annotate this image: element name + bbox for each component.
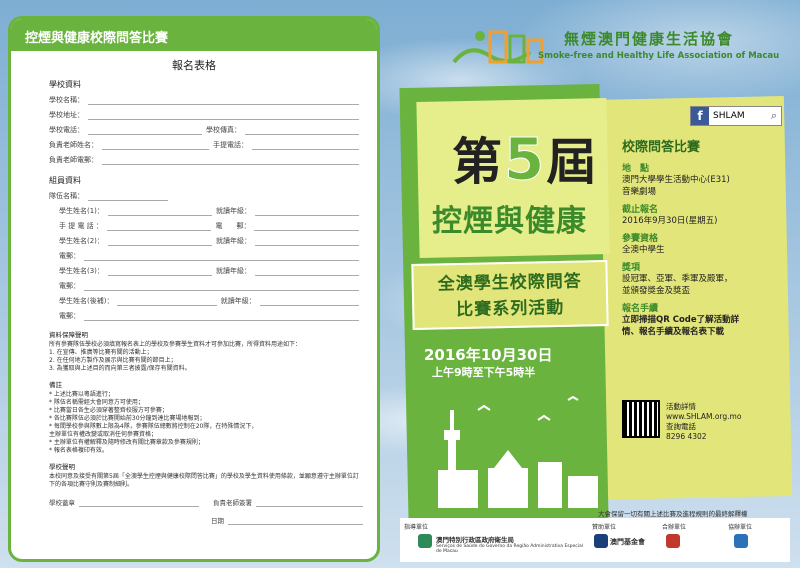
health-bureau-logo <box>418 534 432 548</box>
prize-label: 獎項 <box>622 263 641 273</box>
team-name-field[interactable] <box>88 193 168 201</box>
coorganizer-logo <box>734 534 748 548</box>
student1-row[interactable]: 學生姓名(1)： 就讀年級： <box>59 201 363 216</box>
school-name-field[interactable] <box>88 97 359 105</box>
form-title: 報名表格 <box>172 59 216 72</box>
event-banner: 全澳學生校際問答 比賽系列活動 <box>411 259 609 331</box>
student1-email-field[interactable] <box>254 223 359 231</box>
student3-contact-row[interactable]: 電郵： <box>59 276 363 291</box>
footnote: 大會保留一切有關上述比賽及進程規則的最終解釋權 <box>598 510 748 518</box>
org-name-en: Smoke-free and Healthy Life Association … <box>538 51 780 61</box>
student2-grade-field[interactable] <box>254 238 360 246</box>
deadline-value: 2016年9月30日(星期五) <box>622 216 718 226</box>
teacher-name-field[interactable] <box>102 142 209 150</box>
date-row: 日期 <box>211 515 363 525</box>
shlam-logo <box>452 30 544 64</box>
date-field[interactable] <box>228 517 363 525</box>
school-section-label: 學校資料 <box>49 80 81 89</box>
facebook-label: SHLAM <box>713 111 745 121</box>
event-time: 上午9時至下午5時半 <box>432 366 536 379</box>
deadline-label: 截止報名 <box>622 205 659 215</box>
phone-number: 8296 4302 <box>666 432 707 441</box>
teacher-sign-field[interactable] <box>256 499 363 507</box>
student-reserve-contact-row[interactable]: 電郵： <box>59 306 363 321</box>
student1-contact-row[interactable]: 手 提 電 話 ：電 郵： <box>59 216 363 231</box>
event-info: 校際問答比賽 地 點 澳門大學學生活動中心(E31) 音樂劇場 截止報名 201… <box>622 136 782 338</box>
prize-value: 設冠軍、亞軍、季軍及殿軍， 並頒發獎金及獎盃 <box>622 274 733 296</box>
student3-name-field[interactable] <box>107 268 212 276</box>
banner-line-2: 比賽系列活動 <box>456 297 565 321</box>
school-stamp-field[interactable] <box>79 499 199 507</box>
health-bureau-name-pt: Serviços de Saúde do Governo da Região A… <box>436 544 583 554</box>
student2-email-field[interactable] <box>84 253 359 261</box>
student1-phone-field[interactable] <box>106 223 212 231</box>
form-header: 控煙與健康校際問答比賽 <box>11 19 377 51</box>
venue-value: 澳門大學學生活動中心(E31) 音樂劇場 <box>622 175 730 197</box>
student1-grade-field[interactable] <box>254 208 360 216</box>
poster-subtitle: 控煙與健康 <box>432 204 587 239</box>
eligibility-value: 全澳中學生 <box>622 245 665 255</box>
privacy-text: 所有參賽隊伍學校必須填寫報名表上的學校及參賽學生資料才可參加比賽，所得資料用途如… <box>49 341 302 372</box>
partner-logo <box>666 534 680 548</box>
teacher-email-field[interactable] <box>102 157 359 165</box>
school-fax-field[interactable] <box>245 127 359 135</box>
facebook-search-badge[interactable]: f SHLAM ⌕ <box>690 106 782 126</box>
student-reserve-row[interactable]: 學生姓名(後補)： 就讀年級： <box>59 291 363 306</box>
venue-label: 地 點 <box>622 164 650 174</box>
health-bureau-name: 澳門特別行政區政府衛生局 <box>436 536 514 544</box>
signature-row: 學校蓋章 負責老師簽署 <box>49 497 363 507</box>
signup-value: 立即掃描QR Code了解活動詳 情、報名手續及報名表下載 <box>622 315 740 337</box>
signup-label: 報名手續 <box>622 304 659 314</box>
reserve-email-field[interactable] <box>84 313 359 321</box>
info-heading: 校際問答比賽 <box>622 140 701 155</box>
edition-title: 第5屆 <box>452 125 599 194</box>
privacy-title: 資料保障聲明 <box>49 331 88 339</box>
qr-code[interactable] <box>622 400 660 438</box>
student2-name-field[interactable] <box>107 238 212 246</box>
teacher-mobile-field[interactable] <box>252 142 359 150</box>
student3-grade-field[interactable] <box>254 268 360 276</box>
website-link[interactable]: www.SHLAM.org.mo <box>666 412 741 422</box>
team-name-row[interactable]: 隊伍名稱： <box>49 186 363 201</box>
student1-name-field[interactable] <box>107 208 212 216</box>
search-icon: ⌕ <box>770 109 777 122</box>
registration-form: 控煙與健康校際問答比賽 報名表格 學校資料 學校名稱： 學校地址： 學校電話：學… <box>8 16 380 562</box>
school-phone-row[interactable]: 學校電話： 學校傳真： <box>49 120 363 135</box>
reserve-grade-field[interactable] <box>259 298 359 306</box>
student3-row[interactable]: 學生姓名(3)： 就讀年級： <box>59 261 363 276</box>
school-address-field[interactable] <box>88 112 359 120</box>
macau-skyline-illustration <box>438 395 598 508</box>
edition-number: 5 <box>503 125 547 194</box>
declaration-text: 本校同意及接受有關第5屆「全澳學生控煙與健康校際問答比賽」的學校及學生資料使用條… <box>49 473 359 488</box>
teacher-email-row[interactable]: 負責老師電郵： <box>49 150 363 165</box>
banner-line-1: 全澳學生校際問答 <box>437 271 582 295</box>
school-address-row[interactable]: 學校地址： <box>49 105 363 120</box>
teacher-row[interactable]: 負責老師姓名： 手提電話： <box>49 135 363 150</box>
student2-contact-row[interactable]: 電郵： <box>59 246 363 261</box>
qr-contact: 活動詳情 www.SHLAM.org.mo 查詢電話 8296 4302 <box>666 402 742 441</box>
student2-row[interactable]: 學生姓名(2)： 就讀年級： <box>59 231 363 246</box>
notes-title: 備註 <box>49 381 62 389</box>
foundation-name: 澳門基金會 <box>610 538 645 546</box>
student3-email-field[interactable] <box>84 283 359 291</box>
notes-text: * 上述比賽以粵語進行； * 隊伍名稱需經大會同意方可使用； * 比賽當日各生必… <box>49 391 258 454</box>
sponsor-bar: 指導單位 澳門特別行政區政府衛生局 Serviços de Saúde do G… <box>400 518 790 562</box>
foundation-logo <box>594 534 608 548</box>
event-date: 2016年10月30日 <box>424 346 553 364</box>
school-phone-field[interactable] <box>88 127 202 135</box>
reserve-name-field[interactable] <box>117 298 217 306</box>
declaration-title: 學校聲明 <box>49 463 75 471</box>
school-name-row[interactable]: 學校名稱： <box>49 90 363 105</box>
facebook-icon: f <box>691 107 709 125</box>
team-section-label: 組員資料 <box>49 176 81 185</box>
org-name-zh: 無煙澳門健康生活協會 <box>564 30 735 48</box>
eligibility-label: 參賽資格 <box>622 234 659 244</box>
